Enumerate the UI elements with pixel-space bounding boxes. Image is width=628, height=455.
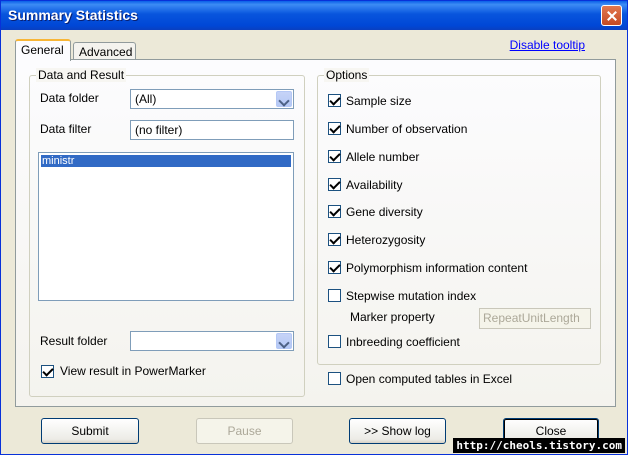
window-title: Summary Statistics: [8, 7, 138, 23]
data-filter-value: (no filter): [135, 123, 183, 137]
polymorphism-information-content-checkbox[interactable]: [328, 261, 341, 274]
tab-label: General: [21, 43, 64, 57]
data-folder-value: (All): [135, 92, 157, 106]
data-listbox[interactable]: ministr: [38, 152, 294, 301]
open-excel-checkbox[interactable]: [328, 372, 341, 385]
inbreeding-coefficient-label: Inbreeding coefficient: [346, 335, 460, 349]
tab-label: Advanced: [79, 45, 133, 59]
title-bar[interactable]: Summary Statistics: [1, 1, 627, 30]
group-title: Options: [324, 68, 370, 82]
data-folder-select[interactable]: (All): [130, 89, 294, 109]
gene-diversity-label: Gene diversity: [346, 205, 423, 219]
number-of-observation-checkbox[interactable]: [328, 122, 341, 135]
view-result-label: View result in PowerMarker: [60, 364, 206, 378]
marker-property-label: Marker property: [350, 310, 435, 324]
heterozygosity-checkbox[interactable]: [328, 233, 341, 246]
data-folder-label: Data folder: [40, 91, 99, 105]
sample-size-checkbox[interactable]: [328, 94, 341, 107]
allele-number-label: Allele number: [346, 150, 420, 164]
data-filter-label: Data filter: [40, 122, 92, 136]
chevron-down-icon[interactable]: [276, 91, 292, 107]
tab-general[interactable]: General: [15, 39, 71, 61]
submit-button[interactable]: Submit: [41, 418, 139, 444]
disable-tooltip-link[interactable]: Disable tooltip: [510, 38, 585, 52]
result-folder-select[interactable]: [130, 331, 294, 351]
marker-property-field: RepeatUnitLength: [479, 308, 591, 329]
number-of-observation-label: Number of observation: [346, 122, 468, 136]
close-icon[interactable]: [601, 5, 622, 26]
group-title: Data and Result: [36, 68, 127, 82]
list-item[interactable]: ministr: [41, 155, 291, 167]
availability-label: Availability: [346, 178, 403, 192]
result-folder-label: Result folder: [40, 334, 108, 348]
availability-checkbox[interactable]: [328, 178, 341, 191]
inbreeding-coefficient-checkbox[interactable]: [328, 335, 341, 348]
chevron-down-icon[interactable]: [276, 333, 292, 349]
stepwise-mutation-index-checkbox[interactable]: [328, 289, 341, 302]
gene-diversity-checkbox[interactable]: [328, 205, 341, 218]
summary-statistics-window: Summary Statistics General Advanced Disa…: [0, 0, 628, 455]
view-result-checkbox[interactable]: [41, 365, 54, 378]
heterozygosity-label: Heterozygosity: [346, 233, 426, 247]
show-log-button[interactable]: >> Show log: [349, 418, 446, 444]
open-excel-label: Open computed tables in Excel: [346, 372, 513, 386]
sample-size-label: Sample size: [346, 94, 412, 108]
data-filter-input[interactable]: (no filter): [130, 120, 294, 140]
allele-number-checkbox[interactable]: [328, 150, 341, 163]
polymorphism-information-content-label: Polymorphism information content: [346, 261, 528, 275]
pause-button[interactable]: Pause: [196, 418, 293, 444]
marker-property-value: RepeatUnitLength: [483, 311, 580, 325]
watermark: http://cheols.tistory.com: [453, 438, 625, 453]
stepwise-mutation-index-label: Stepwise mutation index: [346, 289, 477, 303]
